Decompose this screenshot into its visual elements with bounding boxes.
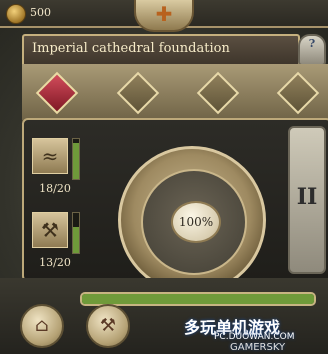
house-icon: ⌂ [35,315,49,336]
upgrade-band [22,64,328,122]
lumber-count: 18/20 [39,182,71,195]
watermark-line-2: PC.DUOWAN.COM [214,332,295,342]
hammer-button[interactable]: ⚒ [86,304,130,348]
upgrade-slot-1[interactable] [35,71,79,115]
resource-lumber[interactable]: ≈ 18/20 [32,138,92,200]
production-dial: 100% [118,146,266,294]
cross-icon: ✚ [155,2,173,26]
construction-progress-fill [82,294,314,304]
production-percent-button[interactable]: 100% [171,201,221,243]
tools-meter [72,212,80,254]
upgrade-slot-2[interactable] [116,71,160,115]
lumber-meter-fill [73,143,79,179]
pause-label: II [296,184,318,210]
house-button[interactable]: ⌂ [20,304,64,348]
resource-tools[interactable]: ⚒ 13/20 [32,212,92,274]
help-button[interactable]: ? [298,34,326,66]
help-label: ? [308,37,316,50]
construction-progress-bar [80,292,316,306]
gold-coin-icon [6,4,26,24]
hammer-icon: ⚒ [99,315,117,336]
tools-meter-fill [73,227,79,253]
watermark-line-3: GAMERSKY [230,342,286,353]
dial-inner-ring: 100% [141,169,247,275]
tools-count: 13/20 [39,256,71,269]
lumber-icon: ≈ [32,138,68,174]
building-title: Imperial cathedral foundation [32,41,230,56]
title-bar: Imperial cathedral foundation [22,34,300,68]
pause-button[interactable]: II [288,126,326,274]
lumber-meter [72,138,80,180]
site-watermark: 多玩单机游戏 PC.DUOWAN.COM GAMERSKY [166,314,328,354]
tools-icon: ⚒ [32,212,68,248]
upgrade-slot-3[interactable] [196,71,240,115]
building-emblem: ✚ [134,0,194,32]
upgrade-slot-4[interactable] [276,71,320,115]
gold-amount: 500 [30,6,51,19]
